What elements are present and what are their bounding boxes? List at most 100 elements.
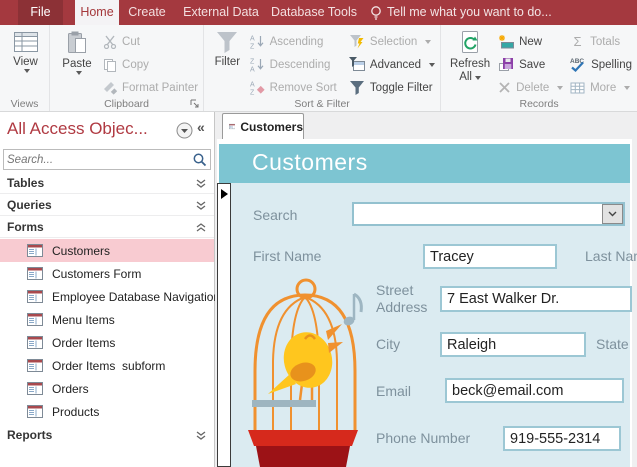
nav-search-input[interactable] [7,151,187,168]
more-icon [570,82,585,94]
tab-database-tools[interactable]: Database Tools [268,0,360,25]
document-tab-customers[interactable]: Customers [222,113,304,139]
selection-button[interactable]: Selection [346,30,438,53]
nav-search-box [3,149,211,170]
nav-section-reports[interactable]: Reports [0,424,214,446]
nav-pane-menu-icon[interactable] [176,122,193,139]
chevron-double-up-icon [196,223,206,232]
view-button[interactable]: View [13,28,39,73]
search-icon[interactable] [192,152,208,168]
filter-button[interactable]: Filter [208,28,247,69]
delete-dropdown-arrow[interactable] [557,86,563,90]
paste-dropdown-arrow[interactable] [76,71,82,75]
city-input[interactable] [440,332,586,357]
search-field-label: Search [253,207,297,223]
nav-item-label: Order Items subform [52,359,165,373]
descending-button[interactable]: Z A Descending [247,53,346,76]
nav-item-customers[interactable]: Customers [0,239,214,262]
current-record-arrow-icon [221,189,228,199]
copy-button[interactable]: Copy [100,53,201,76]
email-label: Email [376,383,411,399]
nav-item-employee-database-navigation[interactable]: Employee Database Navigation [0,285,214,308]
search-combo-box [352,202,625,226]
totals-button[interactable]: Σ Totals [567,30,635,53]
search-combo-input[interactable] [354,204,600,224]
nav-item-products[interactable]: Products [0,400,214,423]
format-painter-icon [103,81,117,95]
nav-section-forms[interactable]: Forms [0,216,214,238]
state-label: State [596,336,629,352]
refresh-all-dropdown-arrow[interactable] [475,76,481,80]
remove-sort-icon: A Z [250,80,265,95]
more-button[interactable]: More [567,76,635,99]
tab-create[interactable]: Create [122,0,172,25]
perch [252,400,316,407]
ascending-button[interactable]: A Z Ascending [247,30,346,53]
nav-item-orders[interactable]: Orders [0,377,214,400]
cut-button[interactable]: Cut [100,30,201,53]
form-title: Customers [252,149,368,176]
form-icon [27,336,43,349]
advanced-dropdown-arrow[interactable] [429,63,435,67]
cut-icon [103,35,117,49]
document-tab-label: Customers [240,120,303,134]
spelling-button[interactable]: ABC Spelling [567,53,635,76]
nav-item-label: Orders [52,382,89,396]
email-input[interactable] [445,378,624,403]
nav-item-order-items[interactable]: Order Items [0,331,214,354]
tab-external-data[interactable]: External Data [178,0,264,25]
first-name-input[interactable] [423,244,557,269]
nav-section-queries-label: Queries [7,198,52,212]
view-dropdown-arrow[interactable] [24,69,30,73]
totals-label: Totals [590,36,620,48]
advanced-button[interactable]: Advanced [346,53,438,76]
more-dropdown-arrow[interactable] [624,86,630,90]
clipboard-dialog-launcher-icon[interactable] [190,99,200,109]
remove-sort-button[interactable]: A Z Remove Sort [247,76,346,99]
toggle-filter-label: Toggle Filter [370,82,433,94]
shutter-bar-close-button[interactable]: « [197,119,205,135]
nav-item-order-items-subform[interactable]: Order Items subform [0,354,214,377]
ribbon-tab-bar: File Home Create External Data Database … [0,0,637,25]
toggle-filter-button[interactable]: Toggle Filter [346,76,438,99]
chevron-double-down-icon [196,201,206,210]
nav-section-queries[interactable]: Queries [0,194,214,216]
phone-number-input[interactable] [503,426,621,451]
nav-item-customers-form[interactable]: Customers Form [0,262,214,285]
sort-filter-group-label: Sort & Filter [204,98,440,110]
cut-label: Cut [122,36,140,48]
tab-home[interactable]: Home [75,0,119,25]
form-icon [27,359,43,372]
save-record-button[interactable]: Save [495,53,567,76]
delete-record-icon [498,81,511,94]
record-selector-bar[interactable] [217,183,231,467]
nav-item-label: Products [52,405,99,419]
records-group-label: Records [441,98,637,110]
street-address-input[interactable] [440,286,632,312]
last-name-label: Last Name [585,248,637,264]
nav-section-tables[interactable]: Tables [0,172,214,194]
svg-text:A: A [250,67,255,73]
copy-icon [103,58,117,72]
refresh-all-button[interactable]: Refresh All [445,28,495,84]
selection-dropdown-arrow[interactable] [425,40,431,44]
search-combo-dropdown-button[interactable] [602,204,623,224]
nav-item-label: Menu Items [52,313,115,327]
ascending-label: Ascending [270,36,324,48]
format-painter-button[interactable]: Format Painter [100,76,201,99]
nav-item-menu-items[interactable]: Menu Items [0,308,214,331]
advanced-icon [349,57,365,72]
new-record-button[interactable]: New [495,30,567,53]
paste-button[interactable]: Paste [54,28,100,75]
more-label: More [590,82,616,94]
nav-section-reports-label: Reports [7,428,52,442]
nav-item-label: Order Items [52,336,115,350]
delete-record-button[interactable]: Delete [495,76,567,99]
save-record-label: Save [519,59,545,71]
nav-item-label: Customers [52,244,110,258]
tell-me-box[interactable]: Tell me what you want to do... [387,0,552,25]
phone-number-label: Phone Number [376,430,470,446]
ribbon-group-records: Refresh All New [441,25,637,111]
form-icon [27,405,43,418]
tab-file[interactable]: File [18,0,63,25]
